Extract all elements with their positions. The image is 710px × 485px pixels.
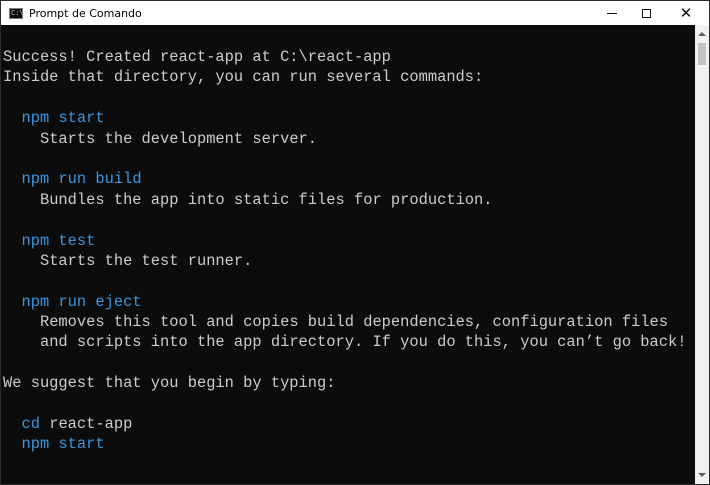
- scrollbar-thumb[interactable]: [698, 43, 706, 65]
- console-line: Inside that directory, you can run sever…: [3, 67, 686, 87]
- arrow-up-icon: [698, 32, 706, 36]
- console-lines: Success! Created react-app at C:\react-a…: [3, 47, 686, 455]
- command-text: npm run build: [21, 170, 142, 189]
- console-line: Removes this tool and copies build depen…: [3, 312, 686, 332]
- output-text: and scripts into the app directory. If y…: [39, 333, 687, 352]
- console-line: Starts the test runner.: [3, 251, 686, 271]
- scroll-down-button[interactable]: [695, 468, 709, 482]
- console-line: cd react-app: [3, 414, 686, 434]
- close-button[interactable]: ✕: [663, 1, 709, 25]
- maximize-button[interactable]: [629, 1, 663, 25]
- console-line: Bundles the app into static files for pr…: [3, 190, 686, 210]
- scroll-up-button[interactable]: [695, 27, 709, 41]
- title-bar[interactable]: C:\ Prompt de Comando ✕: [1, 1, 709, 25]
- output-text: Inside that directory, you can run sever…: [3, 68, 484, 87]
- vertical-scrollbar[interactable]: [695, 25, 709, 484]
- maximize-icon: [641, 8, 651, 18]
- output-text: react-app: [39, 415, 133, 434]
- output-text: Starts the development server.: [39, 129, 318, 148]
- command-text: cd: [21, 415, 40, 434]
- console-icon: C:\: [9, 7, 24, 19]
- console-output[interactable]: Success! Created react-app at C:\react-a…: [1, 25, 697, 484]
- command-text: npm start: [21, 435, 105, 454]
- console-line: We suggest that you begin by typing:: [3, 373, 686, 393]
- console-line: Success! Created react-app at C:\react-a…: [3, 47, 686, 67]
- arrow-down-icon: [698, 473, 706, 477]
- console-line: npm run eject: [3, 292, 686, 312]
- console-line: npm test: [3, 231, 686, 251]
- command-text: npm test: [21, 231, 96, 250]
- window-title: Prompt de Comando: [29, 6, 142, 20]
- output-text: Starts the test runner.: [39, 251, 253, 270]
- console-line: npm run build: [3, 169, 686, 189]
- command-text: npm start: [21, 109, 105, 128]
- output-text: Bundles the app into static files for pr…: [39, 190, 493, 209]
- output-text: Success! Created react-app at C:\react-a…: [3, 48, 391, 66]
- command-text: npm run eject: [21, 292, 142, 311]
- output-text: Removes this tool and copies build depen…: [39, 313, 668, 332]
- minimize-button[interactable]: [595, 1, 629, 25]
- minimize-icon: [607, 12, 617, 14]
- console-line: and scripts into the app directory. If y…: [3, 332, 687, 352]
- console-line: npm start: [3, 434, 686, 454]
- close-icon: ✕: [679, 4, 693, 22]
- output-text: We suggest that you begin by typing:: [3, 374, 336, 393]
- console-line: npm start: [3, 108, 686, 128]
- command-prompt-window: C:\ Prompt de Comando ✕ Success! Created…: [0, 0, 710, 485]
- window-controls: ✕: [595, 1, 709, 25]
- console-line: Starts the development server.: [3, 129, 686, 149]
